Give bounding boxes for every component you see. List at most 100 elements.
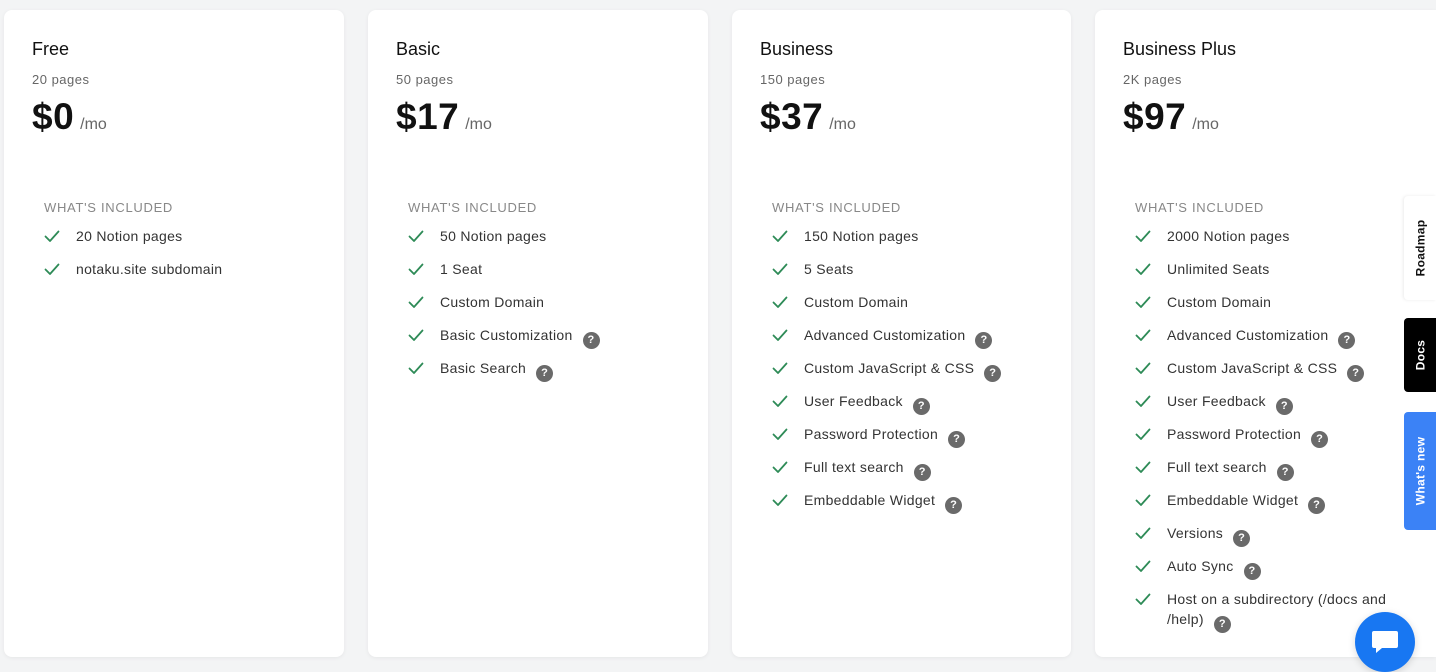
check-icon [772,461,788,473]
check-icon [1135,461,1151,473]
price-amount: $17 [396,96,460,137]
feature-text: User Feedback? [1167,391,1293,415]
question-circle-icon[interactable]: ? [913,464,931,481]
feature-item: Password Protection? [1135,424,1396,457]
feature-text: 1 Seat [440,259,482,279]
check-icon [1135,362,1151,374]
feature-item: notaku.site subdomain [44,259,332,292]
question-circle-icon[interactable]: ? [948,431,966,448]
check-icon [1135,230,1151,242]
chat-launcher-button[interactable] [1355,612,1415,672]
plan-card-business-plus: Business Plus 2K pages $97 /mo WHAT'S IN… [1095,10,1436,657]
feature-list: 2000 Notion pages Unlimited Seats Custom D… [1135,226,1396,633]
check-icon [1135,395,1151,407]
feature-text: Custom Domain [1167,292,1271,312]
check-icon [1135,593,1151,605]
docs-tab[interactable]: Docs [1404,318,1436,392]
feature-item: Advanced Customization? [1135,325,1396,358]
feature-text: User Feedback? [804,391,930,415]
question-circle-icon[interactable]: ? [1233,530,1251,547]
feature-text: Password Protection? [1167,424,1329,448]
feature-text: Basic Search? [440,358,554,382]
whats-new-tab[interactable]: What's new [1404,412,1436,530]
feature-item: Full text search? [772,457,1059,490]
check-icon [1135,296,1151,308]
feature-text: 150 Notion pages [804,226,919,246]
question-circle-icon[interactable]: ? [536,365,554,382]
question-circle-icon[interactable]: ? [582,332,600,349]
feature-list: 20 Notion pages notaku.site subdomain [44,226,332,292]
feature-label: 20 Notion pages [76,228,183,244]
feature-text: Embeddable Widget? [804,490,963,514]
feature-text: 50 Notion pages [440,226,546,246]
price-period: /mo [829,116,856,133]
plan-card-basic: Basic 50 pages $17 /mo WHAT'S INCLUDED 5… [368,10,708,657]
question-circle-icon[interactable]: ? [1338,332,1356,349]
check-icon [1135,560,1151,572]
feature-label: Embeddable Widget [1167,492,1299,508]
question-circle-icon[interactable]: ? [1213,616,1231,633]
feature-label: Custom JavaScript & CSS [1167,360,1338,376]
feature-text: notaku.site subdomain [76,259,222,279]
feature-item: Auto Sync? [1135,556,1396,589]
feature-label: Advanced Customization [1167,327,1329,343]
feature-item: 1 Seat [408,259,696,292]
feature-label: User Feedback [1167,393,1266,409]
feature-label: Embeddable Widget [804,492,936,508]
feature-text: Custom JavaScript & CSS? [1167,358,1365,382]
whats-included-label: WHAT'S INCLUDED [1135,200,1265,215]
question-circle-icon[interactable]: ? [1347,365,1365,382]
question-circle-icon[interactable]: ? [1243,563,1261,580]
plan-price: $37 /mo [760,96,856,138]
feature-text: Advanced Customization? [1167,325,1356,349]
feature-item: Versions? [1135,523,1396,556]
feature-item: Password Protection? [772,424,1059,457]
question-circle-icon[interactable]: ? [975,332,993,349]
feature-item: Basic Customization? [408,325,696,358]
feature-item: Custom Domain [408,292,696,325]
feature-label: User Feedback [804,393,903,409]
feature-item: Custom JavaScript & CSS? [1135,358,1396,391]
whats-included-label: WHAT'S INCLUDED [44,200,174,215]
question-circle-icon[interactable]: ? [945,497,963,514]
question-circle-icon[interactable]: ? [912,398,930,415]
plan-card-free: Free 20 pages $0 /mo WHAT'S INCLUDED 20 … [4,10,344,657]
feature-text: 5 Seats [804,259,854,279]
feature-label: Password Protection [804,426,939,442]
feature-item: Full text search? [1135,457,1396,490]
feature-label: Custom Domain [440,294,545,310]
feature-label: Advanced Customization [804,327,966,343]
plan-pages: 20 pages [32,72,90,87]
check-icon [1135,428,1151,440]
question-circle-icon[interactable]: ? [984,365,1002,382]
feature-item: User Feedback? [1135,391,1396,424]
feature-text: Custom Domain [440,292,544,312]
feature-item: 50 Notion pages [408,226,696,259]
feature-text: Basic Customization? [440,325,600,349]
roadmap-tab[interactable]: Roadmap [1404,196,1436,300]
check-icon [1135,494,1151,506]
feature-item: User Feedback? [772,391,1059,424]
question-circle-icon[interactable]: ? [1276,464,1294,481]
feature-item: 2000 Notion pages [1135,226,1396,259]
feature-label: Host on a subdirectory (/docs and /help) [1167,591,1387,627]
check-icon [772,329,788,341]
feature-text: Auto Sync? [1167,556,1261,580]
feature-list: 50 Notion pages 1 Seat Custom Domain Basic … [408,226,696,391]
plan-price: $97 /mo [1123,96,1219,138]
question-circle-icon[interactable]: ? [1308,497,1326,514]
plan-name: Free [32,39,70,59]
price-amount: $97 [1123,96,1187,137]
plan-pages: 50 pages [396,72,454,87]
check-icon [772,362,788,374]
feature-text: 2000 Notion pages [1167,226,1290,246]
feature-item: 20 Notion pages [44,226,332,259]
plan-name: Basic [396,39,441,59]
plan-name: Business [760,39,834,59]
question-circle-icon[interactable]: ? [1311,431,1329,448]
check-icon [408,362,424,374]
check-icon [772,494,788,506]
question-circle-icon[interactable]: ? [1275,398,1293,415]
feature-label: 150 Notion pages [804,228,919,244]
feature-text: Password Protection? [804,424,966,448]
